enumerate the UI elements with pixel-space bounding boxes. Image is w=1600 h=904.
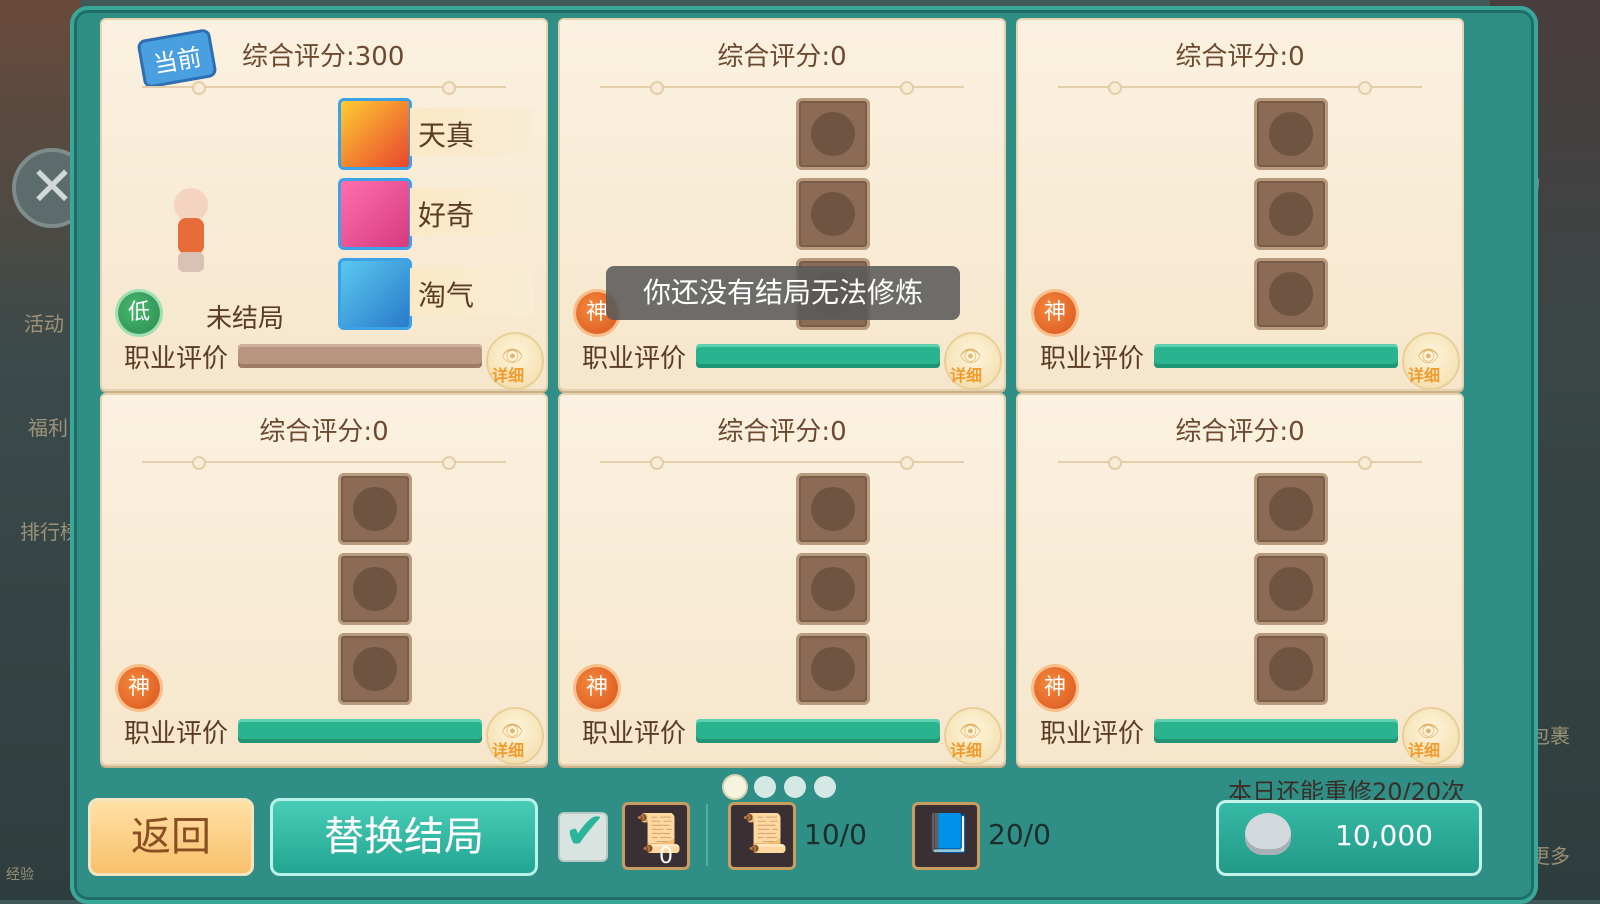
silver-ingot-icon [1245, 813, 1291, 855]
book-item[interactable]: 📘 [912, 802, 980, 870]
profession-rating-bar [1154, 344, 1398, 368]
profession-rating-bar [696, 719, 940, 743]
divider [600, 456, 964, 470]
silver-amount: 10,000 [1335, 819, 1433, 852]
ending-grid: 当前 综合评分:300 天真 好奇 淘气 低 未结局 职业评价 👁 详细 综合评… [100, 18, 1496, 782]
trait-label: 天真 [418, 119, 475, 152]
trait-slot [338, 633, 412, 705]
background-left-panel [0, 0, 80, 900]
profession-rating-bar [238, 344, 482, 368]
profession-rating-label: 职业评价 [1040, 719, 1145, 749]
detail-button[interactable]: 👁 详细 [1402, 332, 1460, 390]
profession-rating-bar [1154, 719, 1398, 743]
scroll-count: 10/0 [804, 818, 867, 851]
lollipop-icon [338, 178, 412, 250]
trait-slot [796, 473, 870, 545]
score-label: 综合评分:0 [717, 417, 847, 447]
score-label: 综合评分:300 [242, 42, 405, 72]
detail-button[interactable]: 👁 详细 [1402, 707, 1460, 765]
use-item-checkbox[interactable] [558, 802, 608, 862]
background-label: 经验 [6, 867, 34, 883]
detail-button[interactable]: 👁 详细 [944, 707, 1002, 765]
trait-slot [1254, 258, 1328, 330]
silver-cost-button[interactable]: 10,000 [1216, 800, 1482, 876]
page-dot[interactable] [784, 776, 806, 798]
child-character [168, 188, 214, 278]
trait-row[interactable]: 淘气 [338, 258, 534, 330]
detail-button[interactable]: 👁 详细 [486, 707, 544, 765]
profession-rating-label: 职业评价 [582, 719, 687, 749]
trait-row[interactable]: 好奇 [338, 178, 534, 250]
detail-button[interactable]: 👁 详细 [944, 332, 1002, 390]
divider [142, 456, 506, 470]
trait-slot [1254, 178, 1328, 250]
profession-rating-label: 职业评价 [124, 719, 229, 749]
page-dot[interactable] [814, 776, 836, 798]
trait-slot [796, 553, 870, 625]
ending-status: 未结局 [206, 304, 285, 334]
profession-rating-label: 职业评价 [124, 344, 229, 374]
score-label: 综合评分:0 [1175, 42, 1305, 72]
trait-slot [1254, 633, 1328, 705]
page-dot[interactable] [754, 776, 776, 798]
trait-slot [796, 178, 870, 250]
trait-slot [1254, 553, 1328, 625]
trait-label: 好奇 [418, 199, 475, 232]
grade-badge: 神 [576, 667, 618, 709]
mischief-icon [338, 258, 412, 330]
ending-card-current: 当前 综合评分:300 天真 好奇 淘气 低 未结局 职业评价 👁 详细 [100, 18, 548, 391]
detail-button[interactable]: 👁 详细 [486, 332, 544, 390]
grade-badge: 神 [118, 667, 160, 709]
trait-slot [1254, 98, 1328, 170]
ending-card: 综合评分:0 神 职业评价 👁 详细 [1016, 393, 1464, 766]
trait-label: 淘气 [418, 279, 475, 312]
candy-icon [338, 98, 412, 170]
scroll-icon: 📜 [741, 811, 789, 855]
trait-slot [1254, 473, 1328, 545]
ending-card: 综合评分:0 神 职业评价 👁 详细 [100, 393, 548, 766]
score-label: 综合评分:0 [259, 417, 389, 447]
trait-slot [796, 633, 870, 705]
grade-badge: 低 [118, 292, 160, 334]
score-label: 综合评分:0 [1175, 417, 1305, 447]
separator [706, 804, 708, 866]
ending-card: 综合评分:0 神 职业评价 👁 详细 [1016, 18, 1464, 391]
book-icon: 📘 [925, 811, 973, 855]
replace-ending-button[interactable]: 替换结局 [270, 798, 538, 876]
divider [1058, 81, 1422, 95]
grade-badge: 神 [1034, 667, 1076, 709]
ending-card: 综合评分:0 神 职业评价 👁 详细 [558, 18, 1006, 391]
profession-rating-bar [696, 344, 940, 368]
book-count: 20/0 [988, 818, 1051, 851]
current-tag: 当前 [136, 27, 218, 90]
profession-rating-bar [238, 719, 482, 743]
scroll-item[interactable]: 📜 [728, 802, 796, 870]
ending-card: 综合评分:0 神 职业评价 👁 详细 [558, 393, 1006, 766]
profession-rating-label: 职业评价 [582, 344, 687, 374]
divider [142, 81, 506, 95]
trait-row[interactable]: 天真 [338, 98, 534, 170]
back-button[interactable]: 返回 [88, 798, 254, 876]
page-indicator [724, 776, 844, 802]
toast-message: 你还没有结局无法修炼 [606, 266, 960, 320]
page-dot-active[interactable] [724, 776, 746, 798]
background-label: 活动 [24, 312, 64, 336]
divider [1058, 456, 1422, 470]
score-label: 综合评分:0 [717, 42, 847, 72]
divider [600, 81, 964, 95]
profession-rating-label: 职业评价 [1040, 344, 1145, 374]
trait-slot [796, 98, 870, 170]
grade-badge: 神 [1034, 292, 1076, 334]
background-label: 福利 [28, 416, 68, 440]
scroll-item-slot[interactable]: 📜 0 [622, 802, 690, 870]
trait-slot [338, 473, 412, 545]
trait-slot [338, 553, 412, 625]
